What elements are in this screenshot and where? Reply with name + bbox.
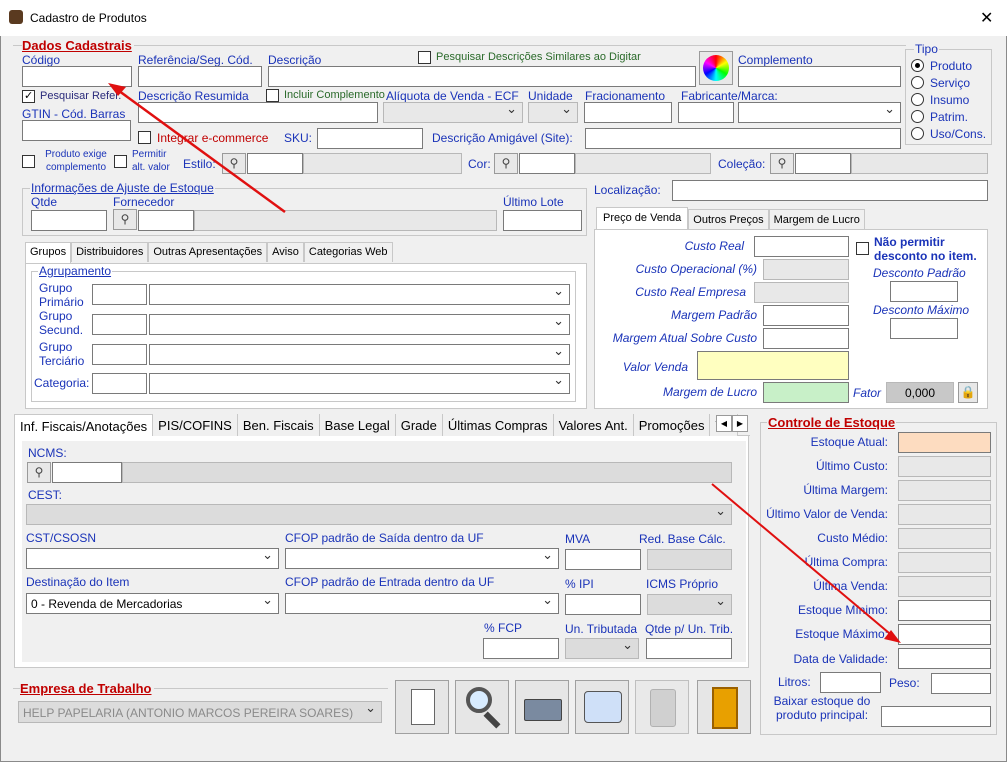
- annotation-arrows: [108, 83, 901, 643]
- arrow-to-validade: [711, 483, 896, 639]
- arrow-to-codigo: [114, 86, 286, 214]
